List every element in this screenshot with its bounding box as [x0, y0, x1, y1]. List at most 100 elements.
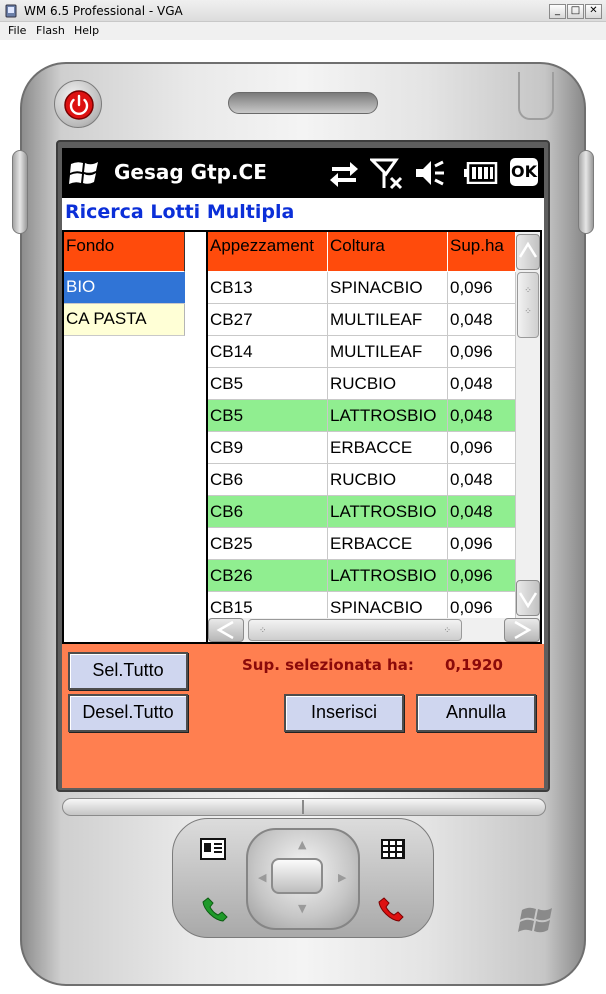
close-button[interactable]: ✕: [585, 4, 602, 19]
table-row[interactable]: CB5 LATTROSBIO 0,048: [208, 400, 516, 432]
sync-icon[interactable]: [328, 158, 360, 188]
soft-key-bar[interactable]: [62, 798, 546, 816]
column-header-coltura[interactable]: Coltura: [328, 232, 448, 272]
fondo-list[interactable]: Fondo BIO CA PASTA: [62, 230, 206, 644]
cell-appezzamento[interactable]: CB6: [208, 464, 328, 496]
select-all-button[interactable]: Sel.Tutto: [68, 652, 188, 690]
minimize-button[interactable]: _: [549, 4, 566, 19]
cell-sup-ha[interactable]: 0,096: [448, 560, 516, 592]
fondo-item-bio[interactable]: BIO: [64, 272, 185, 304]
cell-sup-ha[interactable]: 0,096: [448, 336, 516, 368]
vertical-scrollbar[interactable]: ⁘ ⁘: [516, 232, 540, 618]
insert-button[interactable]: Inserisci: [284, 694, 404, 732]
vertical-scroll-thumb[interactable]: ⁘ ⁘: [517, 272, 539, 338]
cell-sup-ha[interactable]: 0,048: [448, 496, 516, 528]
fondo-item-ca-pasta[interactable]: CA PASTA: [64, 304, 185, 336]
column-header-sup-ha[interactable]: Sup.ha: [448, 232, 516, 272]
cell-coltura[interactable]: ERBACCE: [328, 528, 448, 560]
cell-coltura[interactable]: LATTROSBIO: [328, 496, 448, 528]
no-signal-icon[interactable]: [370, 158, 406, 190]
right-side-button[interactable]: [578, 150, 594, 234]
power-button[interactable]: [54, 80, 102, 128]
windows-logo-icon: [518, 907, 552, 933]
cell-coltura[interactable]: MULTILEAF: [328, 336, 448, 368]
call-icon: [202, 897, 228, 922]
cell-appezzamento[interactable]: CB5: [208, 400, 328, 432]
start-windows-icon[interactable]: [68, 160, 102, 188]
light-sensor: [518, 72, 554, 120]
emulator-menu-bar: File Flash Help: [0, 22, 606, 40]
cell-sup-ha[interactable]: 0,048: [448, 304, 516, 336]
table-row[interactable]: CB14 MULTILEAF 0,096: [208, 336, 516, 368]
chevron-down-icon: [518, 592, 538, 609]
lotti-grid[interactable]: Appezzament Coltura Sup.ha CB13 SPINACBIO…: [206, 230, 542, 644]
call-key[interactable]: [184, 884, 244, 932]
cell-sup-ha[interactable]: 0,096: [448, 272, 516, 304]
action-panel: Sel.Tutto Desel.Tutto Inserisci Annulla …: [62, 644, 544, 788]
fondo-column-header[interactable]: Fondo: [64, 232, 185, 272]
cancel-button[interactable]: Annulla: [416, 694, 536, 732]
menu-file[interactable]: File: [8, 24, 26, 37]
emulator-window-title: WM 6.5 Professional - VGA: [24, 4, 183, 18]
horizontal-scrollbar[interactable]: ⁘ ⁘: [208, 618, 540, 642]
taskbar: Gesag Gtp.CE OK: [62, 148, 544, 198]
cell-appezzamento[interactable]: CB27: [208, 304, 328, 336]
cell-appezzamento[interactable]: CB14: [208, 336, 328, 368]
table-row[interactable]: CB27 MULTILEAF 0,048: [208, 304, 516, 336]
chevron-left-icon: [216, 620, 234, 640]
scroll-right-button[interactable]: [504, 618, 540, 642]
chevron-right-icon: [514, 620, 532, 640]
chevron-up-icon: [518, 241, 538, 258]
sup-selected-value: 0,1920: [445, 656, 503, 674]
end-call-key[interactable]: [360, 884, 420, 932]
soft-key-divider: [302, 800, 304, 814]
cell-coltura[interactable]: ERBACCE: [328, 432, 448, 464]
cell-coltura[interactable]: RUCBIO: [328, 368, 448, 400]
cell-appezzamento[interactable]: CB9: [208, 432, 328, 464]
cell-coltura[interactable]: MULTILEAF: [328, 304, 448, 336]
emulator-title-bar: WM 6.5 Professional - VGA _ □ ✕: [0, 0, 606, 22]
power-icon: [64, 90, 94, 120]
cell-sup-ha[interactable]: 0,048: [448, 400, 516, 432]
cell-appezzamento[interactable]: CB25: [208, 528, 328, 560]
scroll-left-button[interactable]: [208, 618, 244, 642]
cell-sup-ha[interactable]: 0,048: [448, 368, 516, 400]
table-row[interactable]: CB13 SPINACBIO 0,096: [208, 272, 516, 304]
table-row[interactable]: CB5 RUCBIO 0,048: [208, 368, 516, 400]
device-screen: Gesag Gtp.CE OK Ricerca Lotti Multipla F…: [62, 148, 544, 788]
sup-selected-label: Sup. selezionata ha:: [242, 656, 414, 674]
cell-coltura[interactable]: LATTROSBIO: [328, 400, 448, 432]
deselect-all-button[interactable]: Desel.Tutto: [68, 694, 188, 732]
scroll-down-button[interactable]: [516, 580, 540, 616]
menu-grid-key[interactable]: [362, 826, 422, 874]
cell-sup-ha[interactable]: 0,096: [448, 432, 516, 464]
cell-appezzamento[interactable]: CB13: [208, 272, 328, 304]
cell-appezzamento[interactable]: CB5: [208, 368, 328, 400]
cell-coltura[interactable]: RUCBIO: [328, 464, 448, 496]
volume-mute-icon[interactable]: [414, 158, 446, 188]
scroll-up-button[interactable]: [516, 234, 540, 270]
table-row[interactable]: CB26 LATTROSBIO 0,096: [208, 560, 516, 592]
column-header-appezzamento[interactable]: Appezzament: [208, 232, 328, 272]
cell-sup-ha[interactable]: 0,048: [448, 464, 516, 496]
menu-help[interactable]: Help: [74, 24, 99, 37]
menu-flash[interactable]: Flash: [36, 24, 65, 37]
cell-appezzamento[interactable]: CB26: [208, 560, 328, 592]
contacts-key[interactable]: [182, 826, 242, 874]
dpad-center-button[interactable]: [271, 858, 323, 894]
cell-coltura[interactable]: LATTROSBIO: [328, 560, 448, 592]
table-row[interactable]: CB9 ERBACCE 0,096: [208, 432, 516, 464]
dpad-up-icon: ▲: [298, 838, 307, 851]
emulator-app-icon: [5, 4, 17, 18]
table-row[interactable]: CB25 ERBACCE 0,096: [208, 528, 516, 560]
ok-button[interactable]: OK: [510, 158, 538, 186]
maximize-button[interactable]: □: [567, 4, 584, 19]
cell-coltura[interactable]: SPINACBIO: [328, 272, 448, 304]
battery-icon[interactable]: [464, 162, 498, 184]
horizontal-scroll-thumb[interactable]: ⁘ ⁘: [248, 619, 462, 641]
table-row[interactable]: CB6 RUCBIO 0,048: [208, 464, 516, 496]
cell-sup-ha[interactable]: 0,096: [448, 528, 516, 560]
left-side-button[interactable]: [12, 150, 28, 234]
cell-appezzamento[interactable]: CB6: [208, 496, 328, 528]
table-row[interactable]: CB6 LATTROSBIO 0,048: [208, 496, 516, 528]
